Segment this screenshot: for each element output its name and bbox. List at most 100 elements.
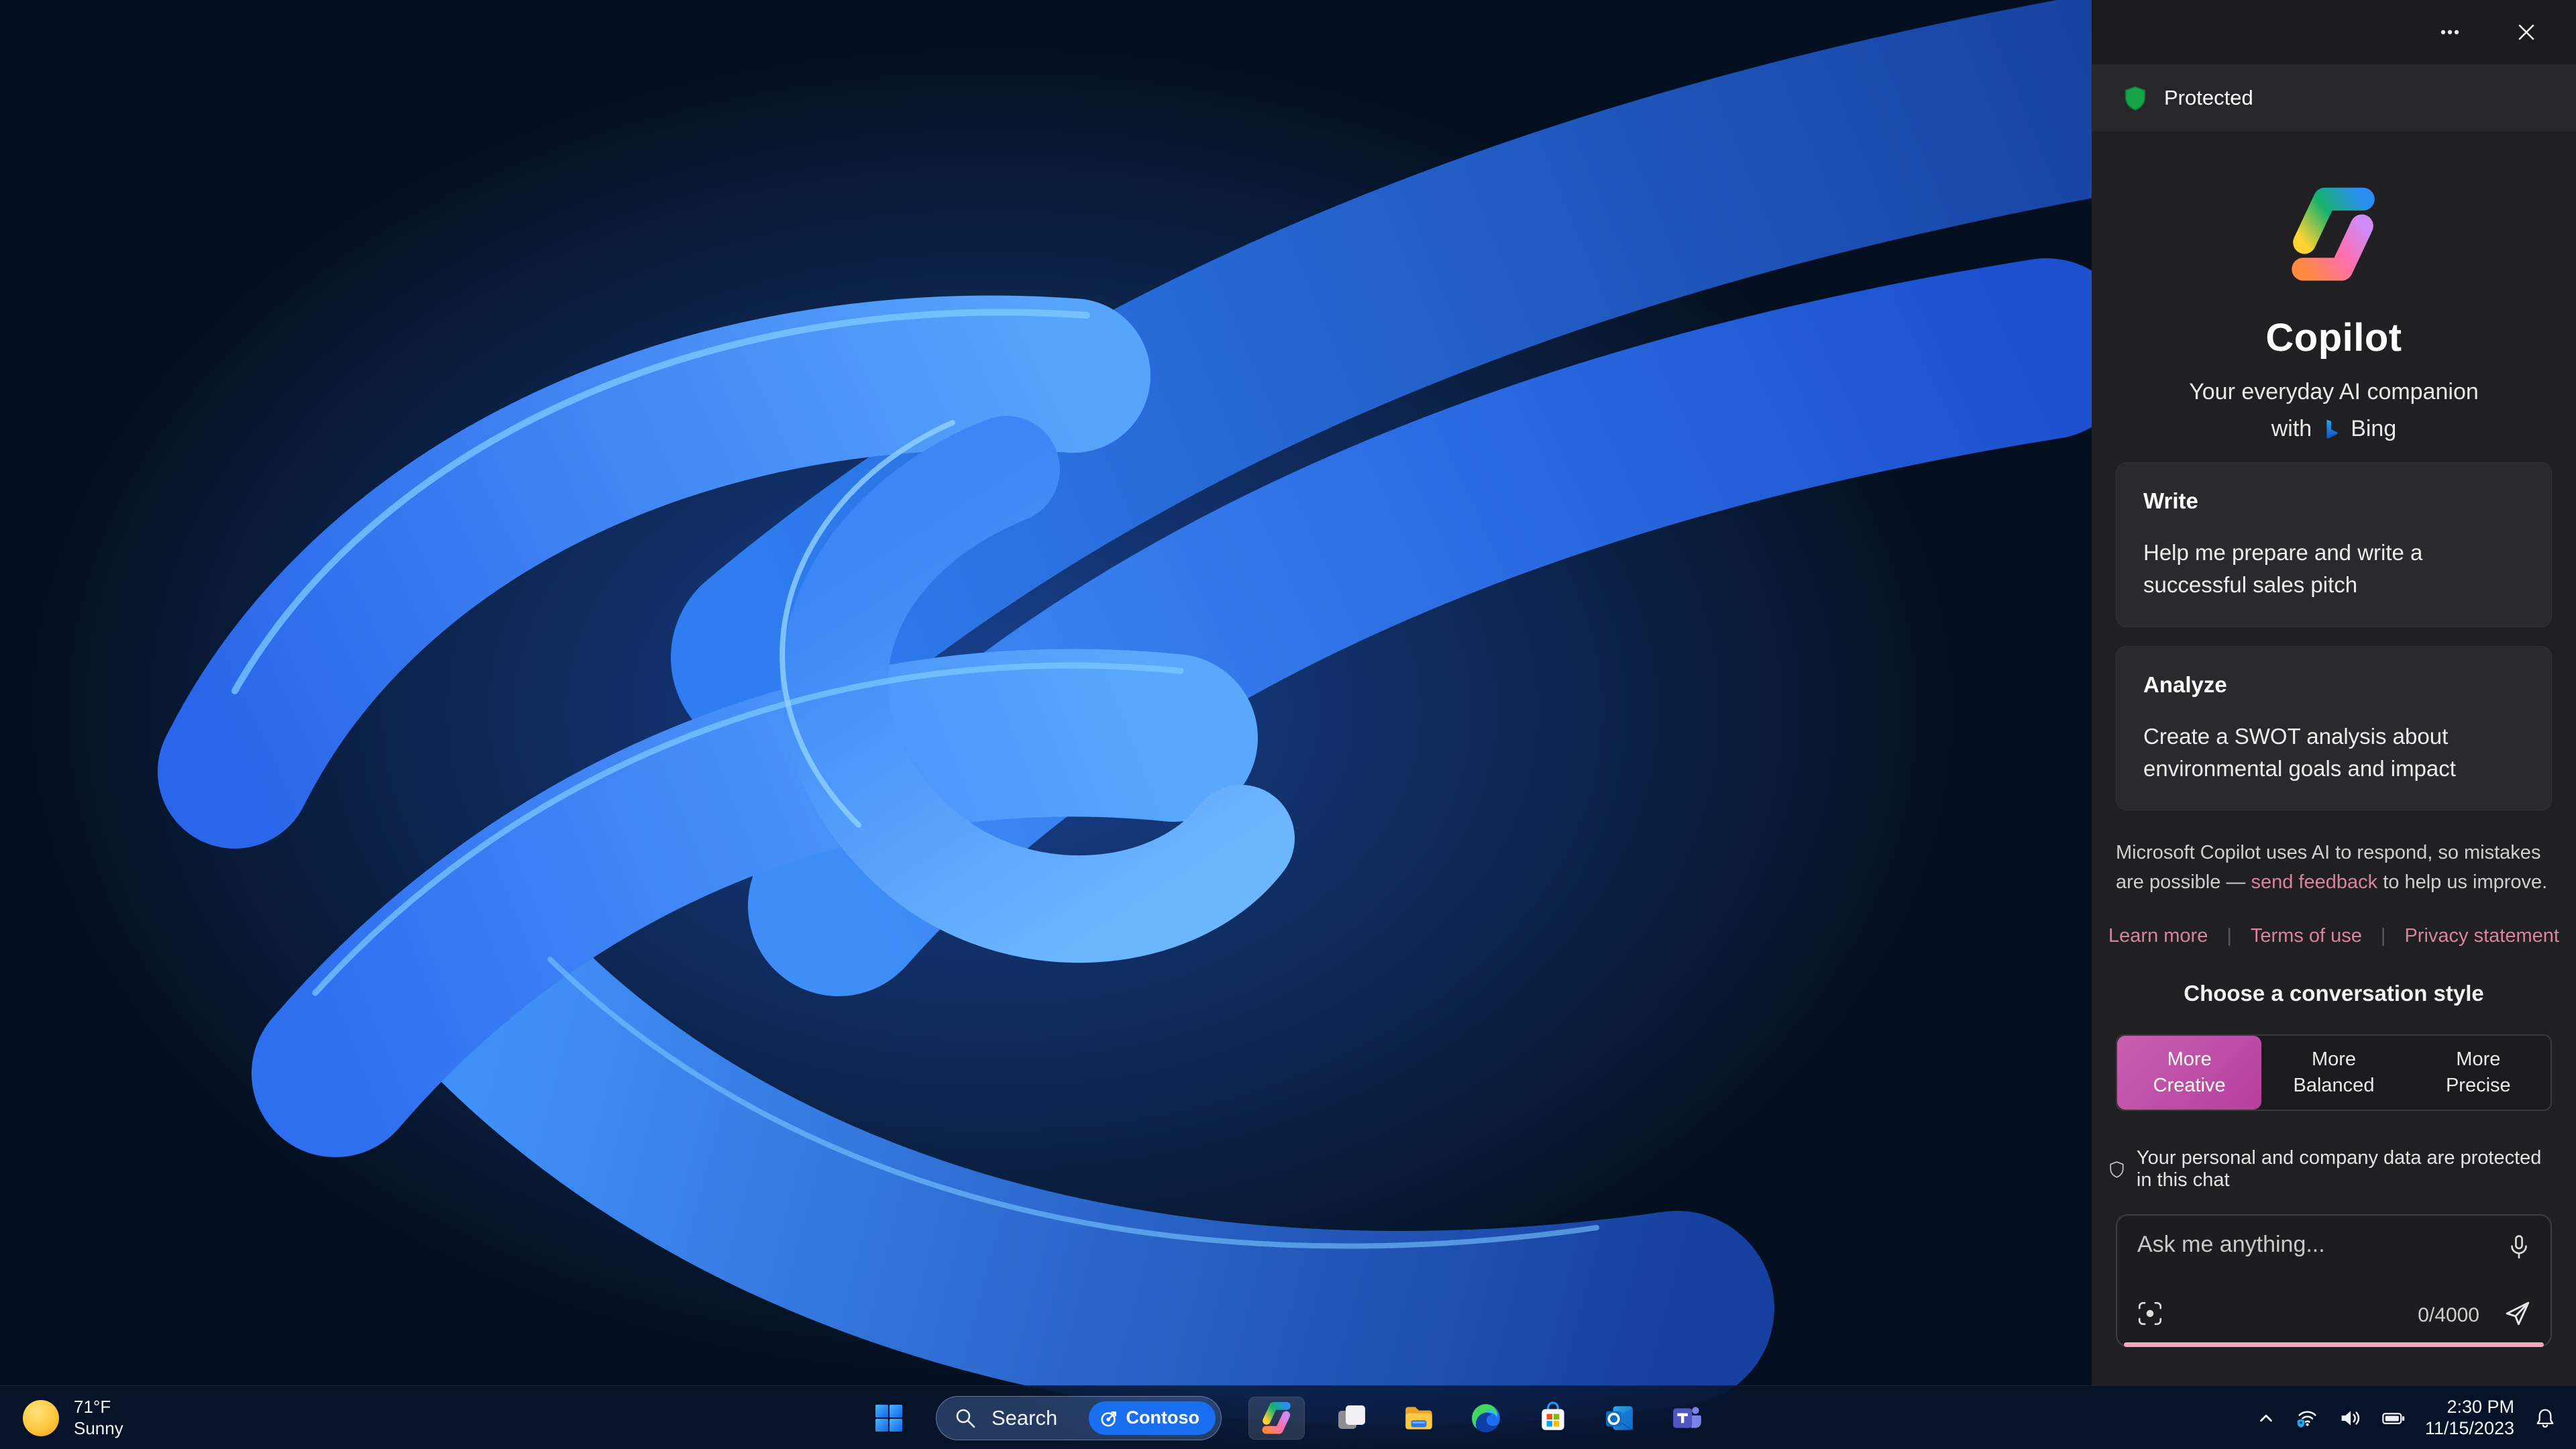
ai-disclaimer: Microsoft Copilot uses AI to respond, so…: [2116, 839, 2552, 897]
copilot-panel-header: [2092, 0, 2576, 64]
copilot-icon: [1262, 1401, 1291, 1434]
more-icon: [2440, 30, 2459, 35]
battery-icon: [2382, 1412, 2405, 1424]
search-placeholder: Search: [991, 1405, 1058, 1430]
weather-condition: Sunny: [74, 1417, 123, 1438]
privacy-statement-link[interactable]: Privacy statement: [2404, 925, 2559, 947]
chevron-up-icon: [2259, 1414, 2272, 1421]
teams-icon: [1673, 1406, 1701, 1428]
card-body: Help me prepare and write a successful s…: [2143, 540, 2423, 597]
visual-search-button[interactable]: [2136, 1299, 2164, 1331]
outlook-button[interactable]: [1600, 1397, 1640, 1440]
weather-widget[interactable]: 71°F Sunny: [23, 1386, 123, 1449]
suggestion-card-analyze[interactable]: Analyze Create a SWOT analysis about env…: [2116, 645, 2552, 811]
copilot-brand-block: Copilot Your everyday AI companion with …: [2092, 131, 2576, 442]
card-title: Write: [2143, 488, 2198, 513]
weather-text: 71°F Sunny: [74, 1397, 123, 1439]
input-toolbar: 0/4000: [2136, 1298, 2533, 1332]
close-button[interactable]: [2508, 13, 2545, 51]
tray-date: 11/15/2023: [2424, 1417, 2514, 1438]
file-explorer-button[interactable]: [1399, 1397, 1439, 1440]
data-protection-text: Your personal and company data are prote…: [2136, 1147, 2542, 1191]
segment-line: Creative: [2153, 1075, 2226, 1097]
contoso-label: Contoso: [1126, 1407, 1199, 1428]
desktop-screen: Protected Copilot Your everyday AI compa…: [0, 0, 2576, 1449]
tray-time: 2:30 PM: [2447, 1396, 2514, 1417]
battery-button[interactable]: [2381, 1405, 2406, 1431]
link-separator: |: [2380, 925, 2386, 947]
copilot-sidebar: Protected Copilot Your everyday AI compa…: [2092, 0, 2576, 1385]
style-more-creative[interactable]: More Creative: [2117, 1036, 2262, 1110]
system-tray: 2:30 PM 11/15/2023: [2256, 1386, 2557, 1449]
outlook-icon: [1606, 1405, 1633, 1430]
network-button[interactable]: [2295, 1406, 2319, 1430]
volume-button[interactable]: [2338, 1406, 2362, 1430]
task-view-button[interactable]: [1332, 1397, 1372, 1440]
tray-overflow-button[interactable]: [2256, 1408, 2276, 1428]
store-button[interactable]: [1533, 1397, 1573, 1440]
style-more-precise[interactable]: More Precise: [2406, 1036, 2551, 1110]
bing-label: Bing: [2351, 416, 2397, 441]
contoso-target-icon: [1101, 1411, 1116, 1426]
protected-label: Protected: [2164, 86, 2253, 109]
mic-button[interactable]: [2505, 1233, 2533, 1265]
send-button[interactable]: [2502, 1298, 2533, 1332]
footer-links: Learn more | Terms of use | Privacy stat…: [2092, 925, 2576, 947]
contoso-badge[interactable]: Contoso: [1088, 1401, 1216, 1435]
taskbar: 71°F Sunny Search Contoso 2:30 PM 11/15/…: [0, 1385, 2576, 1449]
bing-logo: [2326, 419, 2339, 439]
wifi-shield-icon: [2296, 1410, 2316, 1428]
segment-line: Precise: [2445, 1075, 2511, 1097]
copilot-title: Copilot: [2265, 316, 2402, 360]
protected-shield-icon: [2125, 86, 2146, 111]
close-icon: [2518, 24, 2534, 40]
chat-input-box: 0/4000: [2116, 1214, 2552, 1348]
segment-line: More: [2456, 1049, 2501, 1071]
teams-button[interactable]: [1667, 1397, 1707, 1440]
with-bing-row: with Bing: [2271, 416, 2397, 442]
char-counter: 0/4000: [2418, 1303, 2479, 1326]
suggestion-card-write[interactable]: Write Help me prepare and write a succes…: [2116, 462, 2552, 627]
data-protection-note: Your personal and company data are prote…: [2092, 1147, 2576, 1191]
taskbar-center: Search Contoso: [869, 1386, 1707, 1449]
sun-icon: [23, 1399, 59, 1436]
file-explorer-icon: [1405, 1406, 1432, 1430]
copilot-subtitle: Your everyday AI companion: [2189, 379, 2479, 405]
start-button[interactable]: [869, 1397, 909, 1440]
terms-of-use-link[interactable]: Terms of use: [2251, 925, 2362, 947]
conversation-style-picker: More Creative More Balanced More Precise: [2116, 1034, 2552, 1112]
input-accent-underline: [2124, 1342, 2544, 1348]
conversation-style-heading: Choose a conversation style: [2184, 981, 2484, 1006]
segment-line: More: [2311, 1049, 2357, 1071]
shield-outline-icon: [2110, 1161, 2124, 1179]
segment-line: Balanced: [2293, 1075, 2375, 1097]
mic-icon: [2511, 1235, 2527, 1259]
store-icon: [1542, 1401, 1564, 1430]
card-body: Create a SWOT analysis about environment…: [2143, 723, 2456, 781]
more-options-button[interactable]: [2431, 13, 2469, 51]
clock[interactable]: 2:30 PM 11/15/2023: [2425, 1397, 2514, 1438]
style-more-balanced[interactable]: More Balanced: [2261, 1036, 2406, 1110]
with-label: with: [2271, 416, 2312, 441]
start-icon: [875, 1404, 902, 1432]
task-view-icon: [1338, 1405, 1365, 1429]
learn-more-link[interactable]: Learn more: [2108, 925, 2208, 947]
search-icon: [956, 1409, 975, 1428]
weather-temp: 71°F: [74, 1396, 111, 1417]
segment-line: More: [2167, 1049, 2212, 1071]
disclaimer-text-after: to help us improve.: [2377, 871, 2548, 893]
card-title: Analyze: [2143, 672, 2227, 697]
send-icon: [2506, 1302, 2530, 1326]
notifications-button[interactable]: [2533, 1406, 2557, 1430]
copilot-logo: [2292, 187, 2375, 281]
bell-icon: [2536, 1408, 2554, 1428]
taskbar-search[interactable]: Search Contoso: [936, 1395, 1222, 1440]
protected-status-bar: Protected: [2092, 64, 2576, 131]
edge-button[interactable]: [1466, 1397, 1506, 1440]
send-feedback-link[interactable]: send feedback: [2251, 871, 2378, 893]
edge-icon: [1472, 1403, 1500, 1432]
visual-search-icon: [2138, 1302, 2162, 1326]
link-separator: |: [2226, 925, 2232, 947]
volume-icon: [2341, 1410, 2359, 1426]
taskbar-copilot-button[interactable]: [1248, 1396, 1305, 1440]
